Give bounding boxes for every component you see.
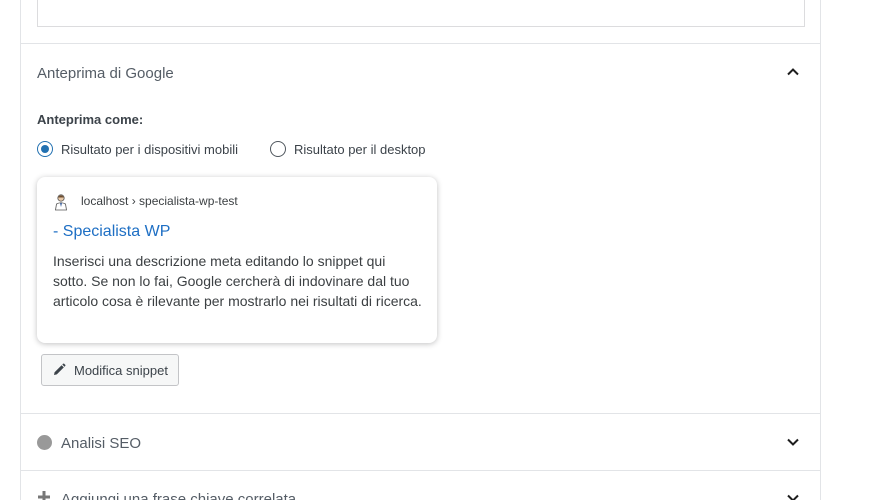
radio-button[interactable]	[270, 141, 286, 157]
plus-icon	[38, 491, 50, 500]
section-divider	[21, 470, 820, 471]
radio-desktop-label: Risultato per il desktop	[294, 141, 426, 157]
result-breadcrumb: localhost › specialista-wp-test	[81, 194, 238, 208]
previous-field-textarea[interactable]	[37, 0, 805, 27]
preview-as-label: Anteprima come:	[37, 112, 144, 127]
metabox-panel: Anteprima di Google Anteprima come: Risu…	[20, 0, 821, 500]
result-title-link[interactable]: - Specialista WP	[53, 223, 170, 241]
edit-snippet-button[interactable]: Modifica snippet	[41, 354, 179, 386]
site-favicon-icon	[55, 194, 67, 211]
section-divider	[21, 413, 820, 414]
radio-mobile-result[interactable]: Risultato per i dispositivi mobili	[37, 140, 238, 158]
related-keyphrase-title[interactable]: Aggiungi una frase chiave correlata	[61, 491, 296, 500]
radio-desktop-result[interactable]: Risultato per il desktop	[270, 140, 426, 158]
radio-button-checked[interactable]	[37, 141, 53, 157]
google-preview-title: Anteprima di Google	[37, 65, 174, 82]
chevron-up-icon[interactable]	[781, 60, 805, 84]
result-description: Inserisci una descrizione meta editando …	[53, 253, 422, 309]
section-divider	[21, 43, 820, 44]
edit-snippet-label: Modifica snippet	[74, 362, 168, 378]
seo-score-indicator-icon	[37, 435, 52, 450]
radio-mobile-label: Risultato per i dispositivi mobili	[61, 141, 239, 157]
chevron-down-icon[interactable]	[781, 486, 805, 500]
pencil-icon	[54, 363, 66, 375]
google-snippet-card: localhost › specialista-wp-test - Specia…	[37, 177, 437, 343]
seo-analysis-title[interactable]: Analisi SEO	[61, 435, 141, 452]
chevron-down-icon[interactable]	[781, 430, 805, 454]
